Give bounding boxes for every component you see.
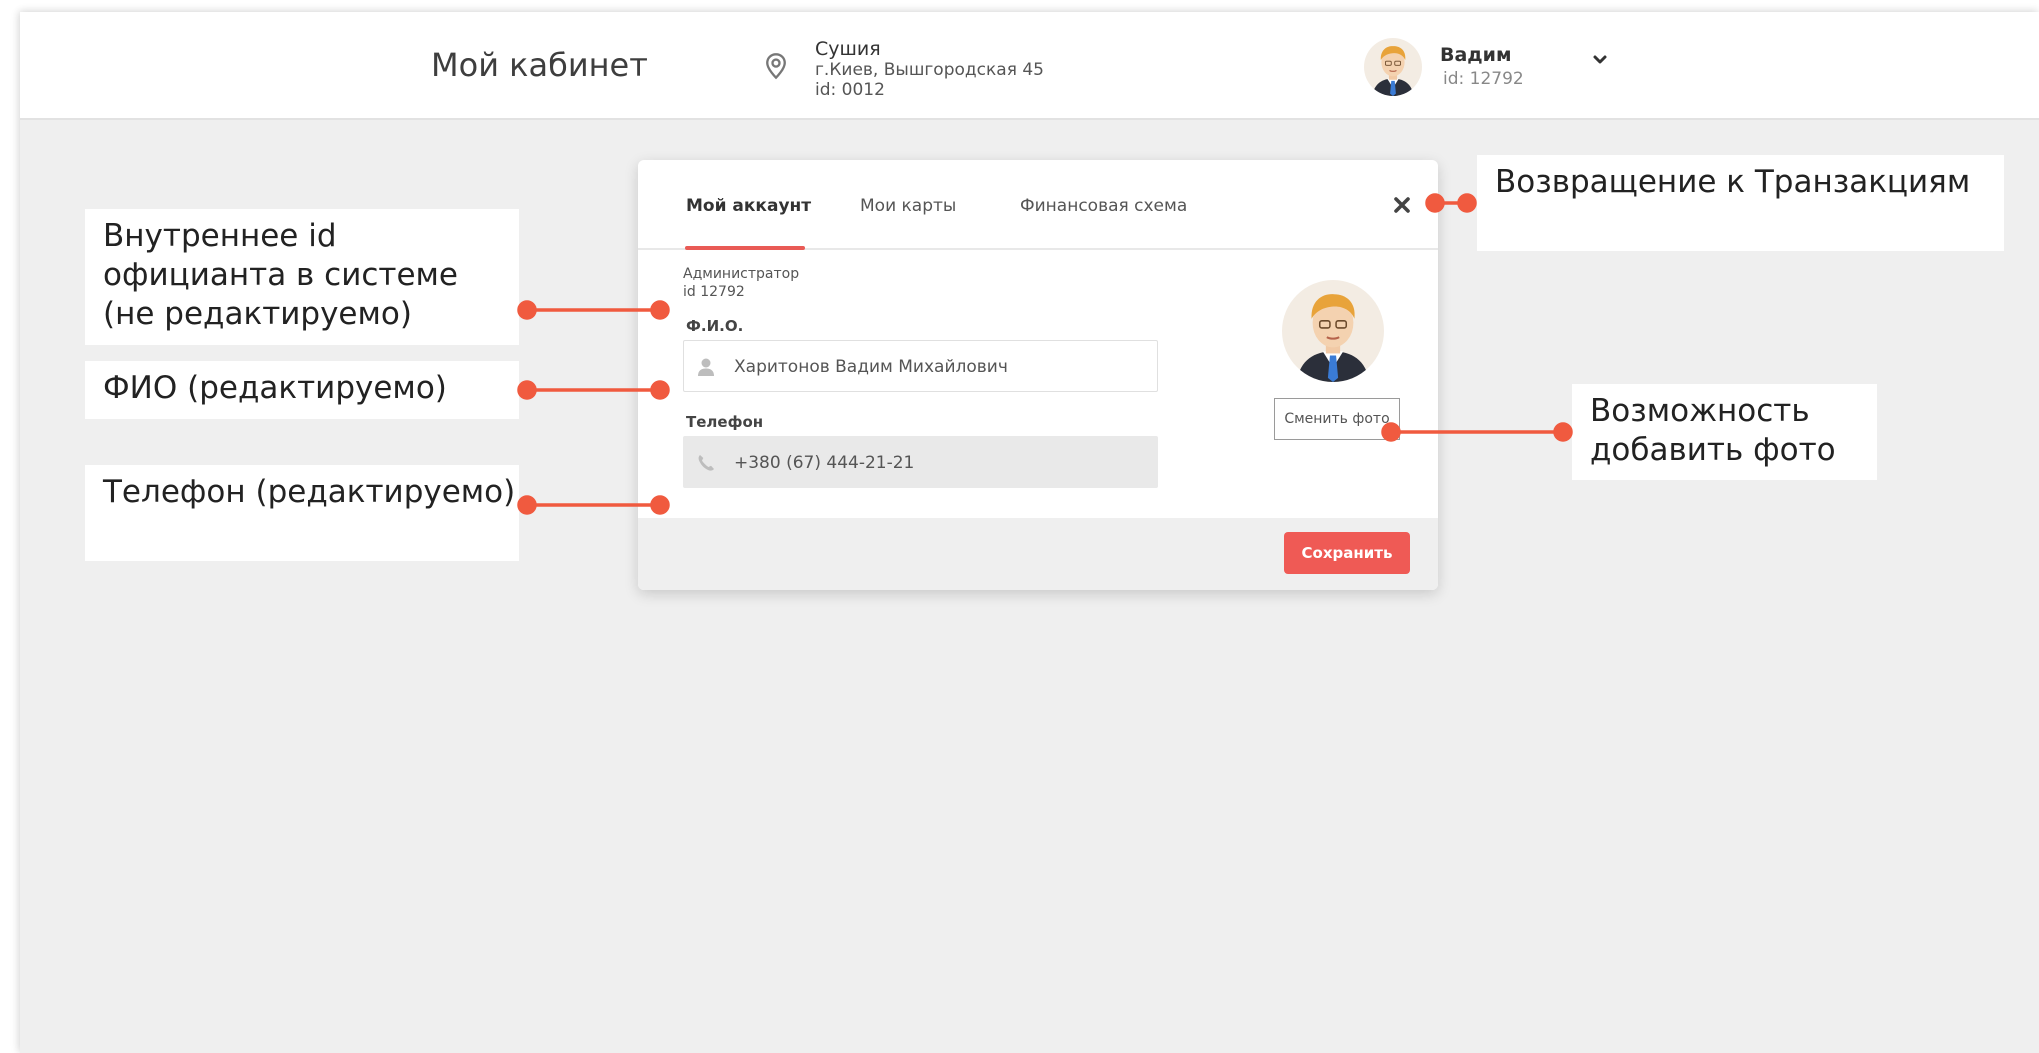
account-modal: Мой аккаунт Мои карты Финансовая схема А… — [638, 160, 1438, 590]
restaurant-id: id: 0012 — [815, 80, 885, 100]
tab-my-cards[interactable]: Мои карты — [860, 196, 956, 216]
screen: Мой кабинет Сушия г.Киев, Вышгородская 4… — [0, 0, 2039, 1053]
modal-footer: Сохранить — [638, 518, 1438, 590]
full-name-value[interactable]: Харитонов Вадим Михайлович — [734, 357, 1008, 377]
phone-value[interactable]: +380 (67) 444-21-21 — [734, 453, 914, 473]
avatar[interactable] — [1364, 38, 1422, 96]
user-name: Вадим — [1440, 44, 1512, 66]
annotation-full-name: ФИО (редактируемо) — [85, 361, 519, 419]
annotation-back-to-transactions: Возвращение к Транзакциям — [1477, 155, 2004, 251]
save-button[interactable]: Сохранить — [1284, 532, 1410, 574]
user-id: id: 12792 — [1443, 69, 1524, 89]
change-photo-button[interactable]: Сменить фото — [1274, 398, 1400, 440]
tab-bar: Мой аккаунт Мои карты Финансовая схема — [638, 160, 1438, 250]
full-name-label: Ф.И.О. — [686, 317, 744, 335]
annotation-phone: Телефон (редактируемо) — [85, 465, 519, 561]
profile-photo — [1282, 280, 1384, 382]
user-internal-id: id 12792 — [683, 284, 745, 300]
tab-my-account[interactable]: Мой аккаунт — [686, 196, 811, 216]
phone-icon — [698, 455, 714, 471]
user-portrait-icon — [1296, 294, 1370, 382]
location-pin-icon — [766, 53, 786, 80]
close-icon[interactable] — [1390, 193, 1414, 217]
phone-label: Телефон — [686, 413, 764, 431]
user-icon — [698, 358, 714, 376]
phone-field[interactable]: +380 (67) 444-21-21 — [683, 436, 1158, 488]
annotation-internal-id: Внутреннее id официанта в системе (не ре… — [85, 209, 519, 345]
page-title: Мой кабинет — [431, 46, 648, 84]
active-tab-indicator — [685, 246, 805, 250]
chevron-down-icon[interactable] — [1592, 53, 1608, 67]
tab-financial-scheme[interactable]: Финансовая схема — [1020, 196, 1187, 216]
full-name-field[interactable]: Харитонов Вадим Михайлович — [683, 340, 1158, 392]
restaurant-address: г.Киев, Вышгородская 45 — [815, 60, 1044, 80]
annotation-add-photo: Возможность добавить фото — [1572, 384, 1877, 480]
user-role: Администратор — [683, 266, 800, 282]
user-portrait-icon — [1372, 46, 1414, 96]
restaurant-name: Сушия — [815, 38, 881, 60]
